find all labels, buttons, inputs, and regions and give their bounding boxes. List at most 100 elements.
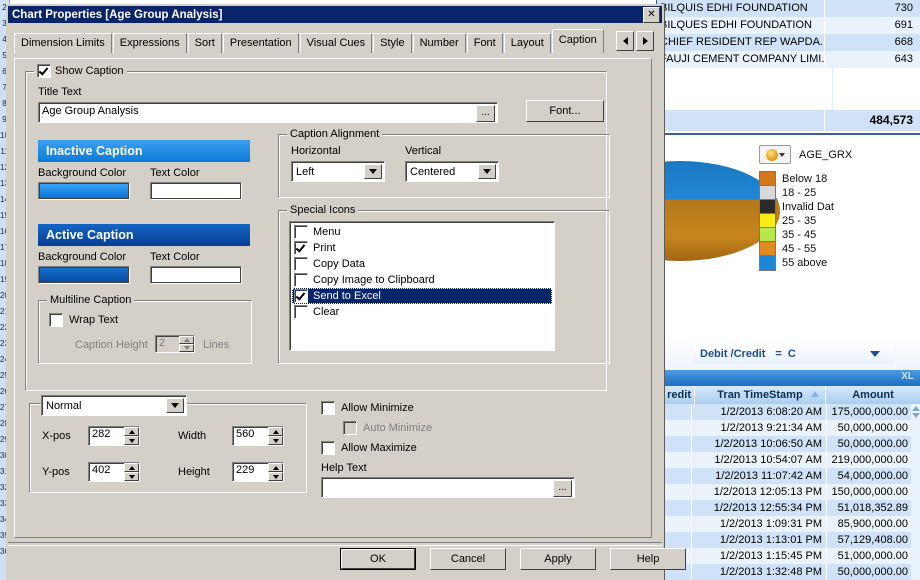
special-icon-item[interactable]: Copy Image to Clipboard: [292, 272, 552, 288]
special-icon-item[interactable]: Print: [292, 240, 552, 256]
chart-properties-dialog[interactable]: Chart Properties [Age Group Analysis] ✕ …: [6, 4, 686, 580]
special-icon-checkbox[interactable]: [294, 305, 308, 319]
special-icon-checkbox[interactable]: [294, 289, 308, 303]
special-icon-checkbox[interactable]: [294, 225, 308, 239]
chevron-down-icon[interactable]: [478, 164, 496, 179]
table-row[interactable]: 1/2/2013 1:09:31 PM 85,900,000.00: [656, 516, 920, 532]
table-row[interactable]: CHIEF RESIDENT REP WAPDA... 668: [657, 34, 920, 51]
legend-item[interactable]: 35 - 45: [759, 227, 909, 243]
position-mode-select[interactable]: Normal: [41, 395, 187, 416]
horizontal-alignment-select[interactable]: Left: [291, 161, 385, 182]
active-bg-color-swatch[interactable]: [38, 266, 130, 284]
tab-scroll-buttons[interactable]: [614, 31, 654, 51]
scroll-down-icon[interactable]: [911, 413, 920, 418]
chevron-down-icon[interactable]: [166, 398, 184, 413]
help-text-input[interactable]: ...: [321, 477, 575, 498]
inactive-bg-color-swatch[interactable]: [38, 182, 130, 200]
transactions-grid[interactable]: XL redit Tran TimeStamp Amount 1/2/2013 …: [656, 370, 920, 580]
table-row[interactable]: 1/2/2013 11:07:42 AM 54,000,000.00: [656, 468, 920, 484]
width-up-button[interactable]: [268, 427, 283, 436]
tab-strip[interactable]: Dimension Limits Expressions Sort Presentat…: [14, 29, 662, 53]
tab-visual-cues[interactable]: Visual Cues: [299, 33, 373, 53]
close-icon[interactable]: ✕: [643, 6, 660, 23]
table-row[interactable]: 1/2/2013 9:21:34 AM 50,000,000.00: [656, 420, 920, 436]
show-caption-checkbox[interactable]: [37, 64, 51, 78]
allow-minimize-checkbox[interactable]: [321, 401, 335, 415]
special-icon-item[interactable]: Copy Data: [292, 256, 552, 272]
tab-dimension-limits[interactable]: Dimension Limits: [14, 33, 112, 53]
allow-maximize-checkbox[interactable]: [321, 441, 335, 455]
width-stepper[interactable]: 560: [232, 426, 284, 446]
help-text-browse-button[interactable]: ...: [553, 480, 572, 497]
legend-item[interactable]: 45 - 55: [759, 241, 909, 257]
send-to-excel-icon[interactable]: XL: [901, 371, 914, 382]
xpos-up-button[interactable]: [124, 427, 139, 436]
legend-item[interactable]: Invalid Dat: [759, 199, 909, 215]
table-row[interactable]: 1/2/2013 1:32:48 PM 50,000,000.00: [656, 564, 920, 580]
top-contributors-table[interactable]: BILQUIS EDHI FOUNDATION 730 BILQUES EDHI F…: [656, 0, 920, 133]
table-row[interactable]: BILQUIS EDHI FOUNDATION 730: [657, 0, 920, 17]
tab-expressions[interactable]: Expressions: [112, 33, 187, 53]
caption-height-up-button[interactable]: [179, 336, 194, 344]
wrap-text-checkbox[interactable]: [49, 313, 63, 327]
table-row[interactable]: 1/2/2013 12:05:13 PM 150,000,000.00: [656, 484, 920, 500]
legend-item[interactable]: 18 - 25: [759, 185, 909, 201]
special-icons-list[interactable]: Menu Print Copy Data Copy Image to Clipboar…: [289, 221, 555, 351]
tab-scroll-right-button[interactable]: [636, 31, 654, 51]
table-row[interactable]: 1/2/2013 10:06:50 AM 50,000,000.00: [656, 436, 920, 452]
allow-minimize-row[interactable]: Allow Minimize: [321, 401, 414, 415]
show-caption-group-label[interactable]: Show Caption: [34, 64, 127, 78]
table-row[interactable]: 1/2/2013 6:08:20 AM 175,000,000.00: [656, 404, 920, 420]
caption-height-down-button[interactable]: [179, 344, 194, 352]
active-text-color-swatch[interactable]: [150, 266, 242, 284]
xpos-stepper[interactable]: 282: [88, 426, 140, 446]
tab-presentation[interactable]: Presentation: [222, 33, 299, 53]
pie-chart-panel[interactable]: AGE_GRX Below 18 18 - 25 Invalid Dat 25 - 3…: [580, 135, 920, 340]
apply-button[interactable]: Apply: [520, 548, 596, 570]
title-text-browse-button[interactable]: ...: [476, 105, 495, 122]
table-row[interactable]: FAUJI CEMENT COMPANY LIMI... 643: [657, 51, 920, 68]
grid-vertical-scrollbar[interactable]: [911, 404, 920, 580]
help-button[interactable]: Help: [610, 548, 686, 570]
vertical-alignment-select[interactable]: Centered: [405, 161, 499, 182]
grid-header-amount[interactable]: Amount: [826, 386, 920, 404]
special-icon-checkbox[interactable]: [294, 273, 308, 287]
tab-style[interactable]: Style: [373, 33, 412, 53]
table-row[interactable]: 1/2/2013 1:13:01 PM 57,129,408.00: [656, 532, 920, 548]
xpos-down-button[interactable]: [124, 436, 139, 445]
table-row[interactable]: BILQUES EDHI FOUNDATION 691: [657, 17, 920, 34]
ypos-stepper[interactable]: 402: [88, 462, 140, 482]
tab-sort[interactable]: Sort: [187, 33, 222, 53]
caption-height-stepper[interactable]: 2: [155, 335, 195, 353]
table-row[interactable]: 1/2/2013 12:55:34 PM 51,018,352.89: [656, 500, 920, 516]
filter-debit-credit[interactable]: Debit /Credit = C: [694, 344, 894, 364]
legend-item[interactable]: Below 18: [759, 171, 909, 187]
cancel-button[interactable]: Cancel: [430, 548, 506, 570]
height-down-button[interactable]: [268, 472, 283, 481]
width-down-button[interactable]: [268, 436, 283, 445]
title-text-input[interactable]: Age Group Analysis ...: [38, 102, 498, 123]
height-up-button[interactable]: [268, 463, 283, 472]
allow-maximize-row[interactable]: Allow Maximize: [321, 441, 417, 455]
scroll-up-icon[interactable]: [911, 406, 920, 411]
inactive-text-color-swatch[interactable]: [150, 182, 242, 200]
special-icon-item[interactable]: Menu: [292, 224, 552, 240]
chevron-down-icon[interactable]: [870, 351, 880, 357]
ok-button[interactable]: OK: [340, 548, 416, 570]
ypos-down-button[interactable]: [124, 472, 139, 481]
special-icon-checkbox[interactable]: [294, 257, 308, 271]
special-icon-item[interactable]: Clear: [292, 304, 552, 320]
legend-item[interactable]: 25 - 35: [759, 213, 909, 229]
tab-font[interactable]: Font: [466, 33, 503, 53]
tab-number[interactable]: Number: [412, 33, 466, 53]
table-row[interactable]: 1/2/2013 10:54:07 AM 219,000,000.00: [656, 452, 920, 468]
grid-header-timestamp[interactable]: Tran TimeStamp: [695, 386, 826, 404]
height-stepper[interactable]: 229: [232, 462, 284, 482]
tab-caption[interactable]: Caption: [551, 29, 604, 53]
cycle-icon[interactable]: [759, 145, 791, 164]
legend-item[interactable]: 55 above: [759, 255, 909, 271]
table-row[interactable]: 1/2/2013 1:15:45 PM 51,000,000.00: [656, 548, 920, 564]
wrap-text-row[interactable]: Wrap Text: [49, 313, 118, 327]
ypos-up-button[interactable]: [124, 463, 139, 472]
dialog-title-bar[interactable]: Chart Properties [Age Group Analysis] ✕: [8, 6, 662, 23]
